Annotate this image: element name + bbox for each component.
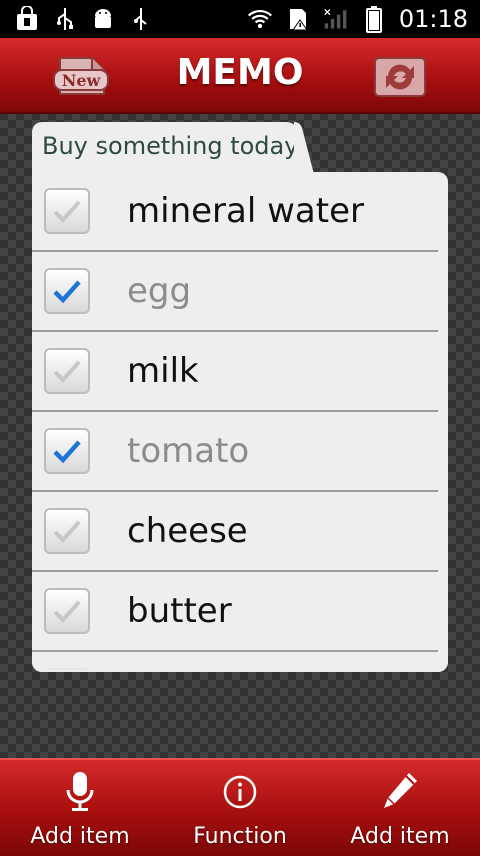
list-item[interactable]: egg xyxy=(32,252,438,332)
list-fade xyxy=(32,650,448,672)
item-checkbox[interactable] xyxy=(44,508,90,554)
wifi-icon xyxy=(247,6,273,32)
list-item[interactable]: mineral water xyxy=(32,172,438,252)
pencil-icon xyxy=(384,773,417,808)
sync-icon xyxy=(374,57,426,97)
voice-add-item-button[interactable]: Add item xyxy=(0,770,160,849)
sd-card-warning-icon xyxy=(285,6,311,32)
bottom-label: Add item xyxy=(30,824,130,849)
checkmark-icon xyxy=(53,600,81,623)
item-checkbox[interactable] xyxy=(44,588,90,634)
list-item[interactable]: tomato xyxy=(32,412,438,492)
signal-icon xyxy=(323,6,349,32)
app-header: New MEMO xyxy=(0,38,480,114)
function-button[interactable]: Function xyxy=(160,770,320,849)
item-checkbox[interactable] xyxy=(44,348,90,394)
item-checkbox[interactable] xyxy=(44,428,90,474)
checkmark-icon xyxy=(53,200,81,223)
item-label: egg xyxy=(127,271,192,311)
item-label: mineral water xyxy=(127,191,364,231)
memo-tab: Buy something today xyxy=(32,122,300,174)
usb-icon xyxy=(128,6,154,32)
item-label: cheese xyxy=(127,511,248,551)
item-label: butter xyxy=(127,591,232,631)
item-label: tomato xyxy=(127,431,250,471)
list-item[interactable]: butter xyxy=(32,572,438,652)
bag-icon xyxy=(14,6,40,32)
list-item[interactable]: milk xyxy=(32,332,438,412)
list-item[interactable]: cheese xyxy=(32,492,438,572)
microphone-icon xyxy=(66,772,94,811)
status-time: 01:18 xyxy=(398,5,468,33)
bottom-label: Function xyxy=(193,824,287,849)
bottom-label: Add item xyxy=(350,824,450,849)
checkmark-icon xyxy=(53,360,81,383)
checkmark-icon xyxy=(53,280,81,304)
info-icon xyxy=(223,775,257,809)
item-checkbox[interactable] xyxy=(44,268,90,314)
battery-icon xyxy=(361,6,387,33)
android-icon xyxy=(90,6,116,32)
status-bar: 01:18 xyxy=(0,0,480,38)
checkmark-icon xyxy=(53,440,81,464)
memo-list[interactable]: mineral water egg milk tomato cheese but… xyxy=(32,172,448,672)
item-label: milk xyxy=(127,351,199,391)
checkmark-icon xyxy=(53,520,81,543)
memo-title: Buy something today xyxy=(42,132,299,160)
write-add-item-button[interactable]: Add item xyxy=(320,770,480,849)
bottom-toolbar: Add item Function Add item xyxy=(0,758,480,856)
sync-button[interactable] xyxy=(372,52,428,100)
usb-debug-icon xyxy=(52,6,78,32)
item-checkbox[interactable] xyxy=(44,188,90,234)
memo-tab-corner xyxy=(294,122,314,174)
